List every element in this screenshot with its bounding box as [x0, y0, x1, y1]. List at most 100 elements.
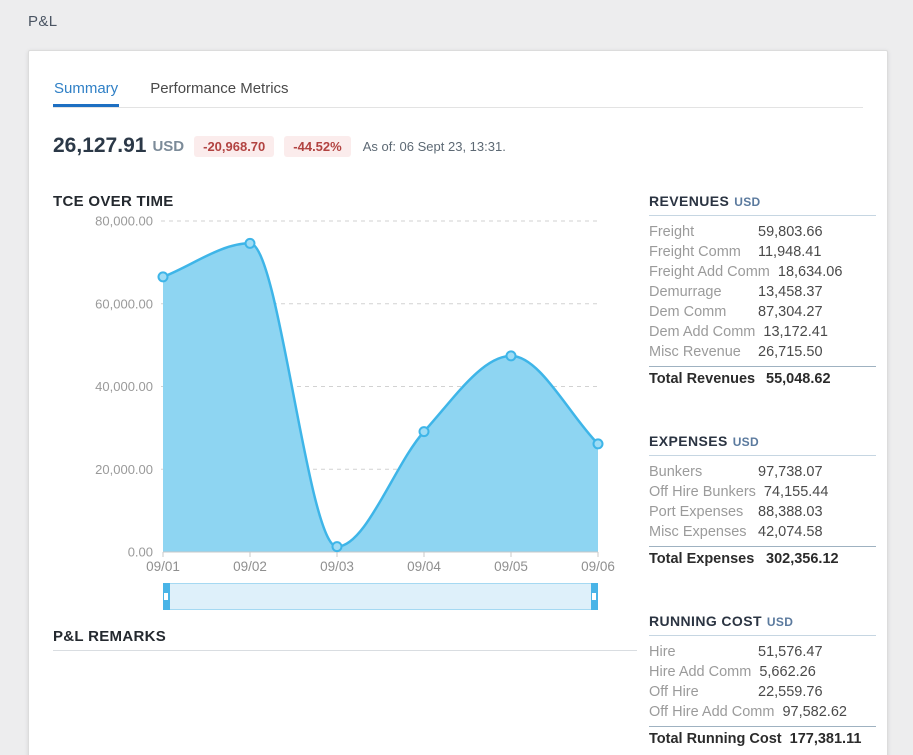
slider-grip-icon	[592, 593, 596, 600]
chart-range-slider[interactable]	[163, 583, 598, 610]
row-label: Freight	[649, 224, 758, 240]
panel-row: Port Expenses88,388.03	[649, 502, 876, 522]
row-label: Off Hire Add Comm	[649, 704, 782, 720]
remarks-section: P&L REMARKS	[53, 628, 636, 651]
delta-percent-badge: -44.52%	[284, 136, 350, 157]
tab-bar: Summary Performance Metrics	[53, 80, 863, 108]
y-axis-tick-label: 60,000.00	[95, 296, 153, 311]
x-axis-tick-label: 09/05	[494, 559, 528, 574]
total-label: Total Expenses	[649, 551, 766, 567]
tab-performance-metrics[interactable]: Performance Metrics	[149, 80, 289, 107]
panel-total-row: Total Revenues55,048.62	[649, 367, 876, 391]
panel-heading-divider	[649, 215, 876, 216]
panel-row: Dem Add Comm13,172.41	[649, 322, 876, 342]
row-value: 26,715.50	[758, 344, 823, 360]
y-axis-tick-label: 0.00	[128, 545, 153, 560]
total-label: Total Revenues	[649, 371, 766, 387]
panel-row: Off Hire Add Comm97,582.62	[649, 702, 876, 722]
row-value: 97,582.62	[782, 704, 847, 720]
chart-title: TCE OVER TIME	[53, 193, 636, 210]
remarks-divider	[53, 650, 637, 651]
data-point-marker[interactable]	[159, 272, 168, 281]
panel-revenues: REVENUESUSDFreight59,803.66Freight Comm1…	[649, 193, 876, 391]
panel-heading: REVENUES USD	[649, 193, 876, 209]
row-label: Hire	[649, 644, 758, 660]
pnl-value: 26,127.91	[53, 134, 146, 158]
row-value: 11,948.41	[758, 244, 821, 260]
content-columns: TCE OVER TIME 0.0020,000.0040,000.0060,0…	[53, 193, 876, 755]
data-point-marker[interactable]	[507, 351, 516, 360]
row-value: 87,304.27	[758, 304, 823, 320]
panel-currency: USD	[733, 435, 759, 449]
x-axis-tick-label: 09/02	[233, 559, 267, 574]
row-label: Misc Expenses	[649, 524, 758, 540]
total-value: 177,381.11	[790, 731, 862, 747]
row-value: 13,458.37	[758, 284, 823, 300]
panel-row: Hire Add Comm5,662.26	[649, 662, 876, 682]
x-axis-tick-label: 09/03	[320, 559, 354, 574]
row-label: Freight Comm	[649, 244, 758, 260]
row-value: 59,803.66	[758, 224, 823, 240]
x-axis-tick-label: 09/04	[407, 559, 441, 574]
row-label: Dem Comm	[649, 304, 758, 320]
panel-title: EXPENSES	[649, 433, 728, 449]
slider-handle-right[interactable]	[591, 583, 598, 610]
data-point-marker[interactable]	[594, 439, 603, 448]
pnl-headline: 26,127.91 USD -20,968.70 -44.52% As of: …	[53, 134, 863, 158]
slider-handle-left[interactable]	[163, 583, 170, 610]
data-point-marker[interactable]	[420, 427, 429, 436]
panel-rows: Bunkers97,738.07Off Hire Bunkers74,155.4…	[649, 462, 876, 542]
panel-row: Misc Expenses42,074.58	[649, 522, 876, 542]
row-value: 42,074.58	[758, 524, 823, 540]
page-title: P&L	[28, 13, 58, 30]
x-axis-tick-label: 09/06	[581, 559, 615, 574]
tce-area-chart: 0.0020,000.0040,000.0060,000.0080,000.00…	[53, 210, 636, 575]
data-point-marker[interactable]	[333, 542, 342, 551]
row-label: Off Hire Bunkers	[649, 484, 764, 500]
as-of-timestamp: As of: 06 Sept 23, 13:31.	[363, 139, 506, 154]
row-value: 51,576.47	[758, 644, 823, 660]
panel-currency: USD	[734, 195, 760, 209]
pnl-currency: USD	[152, 138, 184, 155]
slider-grip-icon	[164, 593, 168, 600]
y-axis-tick-label: 80,000.00	[95, 214, 153, 229]
row-value: 22,559.76	[758, 684, 823, 700]
delta-absolute-badge: -20,968.70	[194, 136, 274, 157]
row-value: 88,388.03	[758, 504, 823, 520]
row-value: 74,155.44	[764, 484, 829, 500]
total-value: 55,048.62	[766, 371, 831, 387]
x-axis-tick-label: 09/01	[146, 559, 180, 574]
row-label: Off Hire	[649, 684, 758, 700]
pnl-card: Summary Performance Metrics 26,127.91 US…	[28, 50, 888, 755]
y-axis-tick-label: 20,000.00	[95, 462, 153, 477]
row-value: 13,172.41	[763, 324, 828, 340]
panel-total-row: Total Running Cost177,381.11	[649, 727, 876, 751]
panel-row: Off Hire22,559.76	[649, 682, 876, 702]
row-value: 18,634.06	[778, 264, 843, 280]
panel-row: Hire51,576.47	[649, 642, 876, 662]
panel-row: Bunkers97,738.07	[649, 462, 876, 482]
panel-title: REVENUES	[649, 193, 729, 209]
panel-title: RUNNING COST	[649, 613, 762, 629]
row-label: Misc Revenue	[649, 344, 758, 360]
panel-row: Freight Add Comm18,634.06	[649, 262, 876, 282]
tce-area-fill	[163, 243, 598, 552]
chart-column: TCE OVER TIME 0.0020,000.0040,000.0060,0…	[53, 193, 636, 755]
row-label: Freight Add Comm	[649, 264, 778, 280]
panel-rows: Freight59,803.66Freight Comm11,948.41Fre…	[649, 222, 876, 362]
panel-heading: RUNNING COSTUSD	[649, 613, 876, 629]
panel-row: Freight59,803.66	[649, 222, 876, 242]
tab-summary[interactable]: Summary	[53, 80, 119, 107]
panel-heading: EXPENSES USD	[649, 433, 876, 449]
row-value: 5,662.26	[759, 664, 815, 680]
data-point-marker[interactable]	[246, 239, 255, 248]
row-label: Dem Add Comm	[649, 324, 763, 340]
panel-row: Off Hire Bunkers74,155.44	[649, 482, 876, 502]
panel-row: Misc Revenue26,715.50	[649, 342, 876, 362]
financial-panels-column: REVENUESUSDFreight59,803.66Freight Comm1…	[649, 193, 876, 755]
panel-rows: Hire51,576.47Hire Add Comm5,662.26Off Hi…	[649, 642, 876, 722]
total-label: Total Running Cost	[649, 731, 790, 747]
panel-heading-divider	[649, 635, 876, 636]
panel-expenses: EXPENSESUSDBunkers97,738.07Off Hire Bunk…	[649, 433, 876, 571]
panel-row: Freight Comm11,948.41	[649, 242, 876, 262]
